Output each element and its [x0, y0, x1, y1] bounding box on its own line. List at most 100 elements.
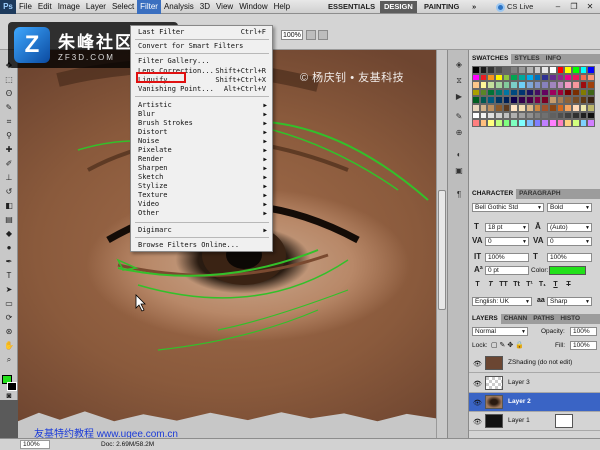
lasso-tool-icon[interactable]: ʘ [4, 90, 14, 98]
color-swatch[interactable] [518, 96, 526, 104]
color-swatch[interactable] [502, 88, 511, 97]
menu-item-blur[interactable]: Blur ▶ [138, 110, 268, 119]
cs-live-button[interactable]: CS Live [496, 1, 533, 13]
color-swatch[interactable] [510, 88, 519, 97]
menu-item-video[interactable]: Video ▶ [138, 200, 268, 209]
color-swatch[interactable] [479, 111, 488, 120]
color-swatch[interactable] [571, 111, 580, 120]
color-swatch[interactable] [548, 81, 557, 89]
subscript-button[interactable]: T₁ [538, 281, 547, 288]
eraser-tool-icon[interactable]: ◧ [4, 202, 14, 210]
tracking-field[interactable]: 0 ▼ [547, 237, 592, 246]
color-swatch[interactable] [541, 73, 549, 82]
color-swatch[interactable] [587, 66, 595, 74]
brush-tool-icon[interactable]: ✐ [4, 160, 14, 168]
color-swatch[interactable] [472, 111, 480, 120]
workspace-more-button[interactable]: » [468, 1, 480, 13]
color-swatch[interactable] [510, 96, 519, 104]
color-swatch[interactable] [587, 88, 595, 97]
color-swatch[interactable] [510, 103, 519, 112]
color-swatch[interactable] [518, 73, 526, 82]
eyedropper-tool-icon[interactable]: ⚲ [4, 132, 14, 140]
menu-item-noise[interactable]: Noise ▶ [138, 137, 268, 146]
color-swatch[interactable] [571, 119, 580, 127]
font-style-select[interactable]: Bold ▼ [547, 203, 592, 212]
layer-mask-thumbnail[interactable] [555, 414, 573, 428]
workspace-design-button[interactable]: DESIGN [380, 1, 417, 13]
color-swatch[interactable] [548, 111, 557, 120]
menu-select[interactable]: Select [109, 0, 137, 14]
menu-item-artistic[interactable]: Artistic ▶ [138, 101, 268, 110]
color-swatch[interactable] [541, 88, 549, 97]
color-swatch[interactable] [518, 103, 526, 112]
3d-panel-icon[interactable]: ◈ [454, 60, 464, 69]
color-swatch[interactable] [533, 103, 542, 112]
scrollbar-thumb[interactable] [438, 190, 446, 310]
visibility-eye-icon[interactable]: 👁 [473, 399, 482, 407]
color-swatch[interactable] [587, 103, 595, 112]
opacity-field[interactable]: 100% [570, 327, 597, 336]
color-swatch[interactable] [495, 111, 503, 120]
text-color-swatch[interactable] [549, 266, 586, 275]
color-swatch[interactable] [472, 73, 480, 82]
color-swatch[interactable] [487, 88, 496, 97]
color-swatch[interactable] [541, 103, 549, 112]
menu-image[interactable]: Image [55, 0, 83, 14]
type-tool-icon[interactable]: T [4, 272, 14, 280]
color-swatch[interactable] [487, 66, 496, 74]
color-swatch[interactable] [533, 96, 542, 104]
color-swatch[interactable] [587, 111, 595, 120]
horizontal-scale-field[interactable]: 100% [547, 253, 592, 262]
layer-row[interactable]: 👁 Layer 3 [469, 374, 600, 393]
options-zoom-field[interactable]: 100% [281, 30, 303, 40]
color-swatch[interactable] [571, 66, 580, 74]
shape-tool-icon[interactable]: ▭ [4, 300, 14, 308]
menu-filter[interactable]: Filter [137, 0, 161, 14]
color-swatch[interactable] [533, 111, 542, 120]
color-swatch[interactable] [479, 66, 488, 74]
menu-item-brush-strokes[interactable]: Brush Strokes ▶ [138, 119, 268, 128]
color-swatch[interactable] [533, 66, 542, 74]
color-swatch[interactable] [564, 81, 572, 89]
menu-item-stylize[interactable]: Stylize ▶ [138, 182, 268, 191]
path-select-tool-icon[interactable]: ➤ [4, 286, 14, 294]
color-swatch[interactable] [548, 96, 557, 104]
menu-view[interactable]: View [213, 0, 236, 14]
color-swatch[interactable] [518, 119, 526, 127]
small-caps-button[interactable]: Tt [512, 281, 521, 288]
arrange-documents-icon[interactable] [318, 30, 328, 40]
color-swatch[interactable] [518, 81, 526, 89]
close-icon[interactable]: ✕ [584, 2, 596, 12]
actions-panel-icon[interactable]: ▶ [454, 92, 464, 101]
color-swatch[interactable] [533, 88, 542, 97]
color-swatch[interactable] [518, 66, 526, 74]
menu-window[interactable]: Window [236, 0, 270, 14]
menu-item-convert-smart-filters[interactable]: Convert for Smart Filters [138, 42, 268, 51]
color-swatch[interactable] [556, 119, 565, 127]
adjustments-panel-icon[interactable]: ◐ [454, 150, 464, 159]
color-swatch[interactable] [487, 81, 496, 89]
color-swatch[interactable] [533, 81, 542, 89]
color-swatch[interactable] [564, 73, 572, 82]
color-swatch[interactable] [518, 111, 526, 120]
color-swatch[interactable] [472, 119, 480, 127]
color-swatch[interactable] [564, 88, 572, 97]
color-swatch[interactable] [495, 73, 503, 82]
superscript-button[interactable]: T¹ [525, 281, 534, 288]
marquee-tool-icon[interactable]: ⬚ [4, 76, 14, 84]
color-swatch[interactable] [479, 73, 488, 82]
color-swatch[interactable] [579, 111, 588, 120]
color-swatch[interactable] [525, 66, 534, 74]
menu-item-filter-gallery[interactable]: Filter Gallery... [138, 57, 268, 66]
tab-character[interactable]: CHARACTER [469, 189, 517, 199]
color-swatch[interactable] [525, 81, 534, 89]
zoom-tool-icon[interactable]: ⌕ [4, 356, 14, 364]
3d-rotate-tool-icon[interactable]: ⟳ [4, 314, 14, 322]
color-swatch[interactable] [548, 73, 557, 82]
color-swatch[interactable] [564, 119, 572, 127]
menu-item-sharpen[interactable]: Sharpen ▶ [138, 164, 268, 173]
menu-item-last-filter[interactable]: Last Filter Ctrl+F [138, 28, 268, 37]
gradient-tool-icon[interactable]: ▤ [4, 216, 14, 224]
language-select[interactable]: English: UK ▼ [472, 297, 532, 306]
tab-paths[interactable]: PATHS [530, 314, 557, 324]
